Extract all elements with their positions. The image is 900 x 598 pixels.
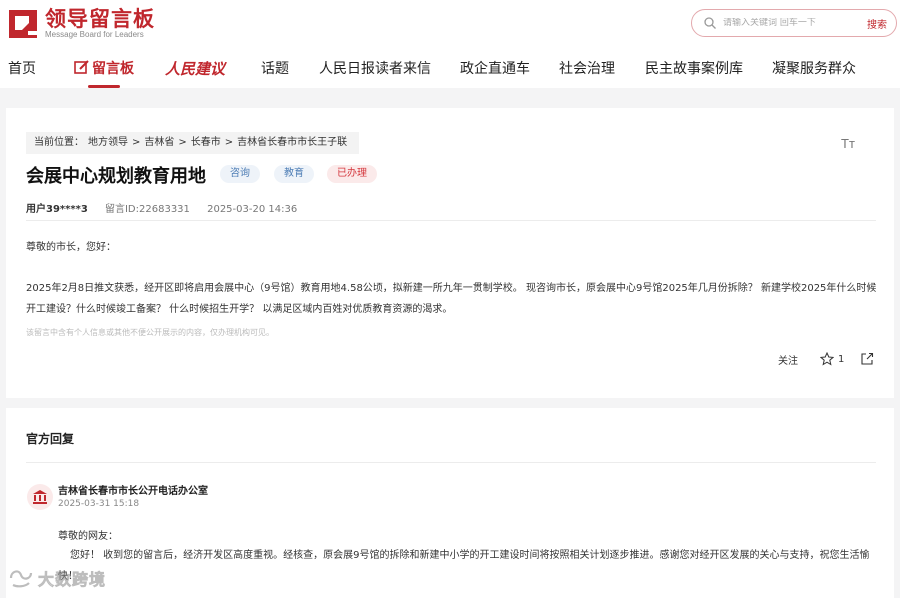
star-button[interactable]: 1 [820, 352, 844, 366]
logo-mark-icon [9, 10, 38, 38]
reply-greeting: 尊敬的网友： [58, 531, 118, 542]
nav-item-readers-letters[interactable]: 人民日报读者来信 [319, 56, 431, 88]
divider [26, 462, 876, 463]
nav-item-gov-enterprise[interactable]: 政企直通车 [460, 56, 530, 88]
edit-icon [74, 60, 89, 74]
tag-education: 教育 [274, 165, 314, 183]
breadcrumb-item[interactable]: 地方领导 [88, 137, 128, 148]
share-icon [861, 352, 874, 365]
building-icon [33, 490, 47, 504]
message-body: 2025年2月8日推文获悉，经开区即将启用会展中心（9号馆）教育用地4.58公顷… [26, 283, 877, 315]
message-card: 当前位置： 地方领导 > 吉林省 > 长春市 > 吉林省长春市市长王子联 Tт 会展中心规划教… [6, 108, 894, 398]
nav-item-topics[interactable]: 话题 [261, 56, 289, 88]
privacy-note: 该留言中含有个人信息或其他不便公开展示的内容，仅办理机构可见。 [26, 328, 274, 337]
logo-subtitle: Message Board for Leaders [45, 30, 144, 39]
main-nav: 首页 留言板 人民建议 话题 人民日报读者来信 政企直通车 社会治理 民主故事案… [0, 56, 900, 88]
breadcrumb-separator: > [132, 137, 141, 148]
reply-body: 您好！ 收到您的留言后，经济开发区高度重视。经核查，原会展9号馆的拆除和新建中小… [58, 550, 870, 582]
share-button[interactable] [860, 352, 874, 366]
watermark-logo-icon [9, 570, 33, 588]
tag-consult: 咨询 [220, 165, 260, 183]
font-size-toggle[interactable]: Tт [841, 136, 855, 151]
watermark-text: 大数跨境 [38, 570, 107, 590]
search-button[interactable]: 搜索 [867, 16, 887, 31]
nav-item-home[interactable]: 首页 [8, 56, 36, 88]
reply-org-name: 吉林省长春市市长公开电话办公室 [58, 486, 208, 497]
follow-button[interactable]: 关注 [778, 352, 798, 367]
nav-item-message-board-label: 留言板 [92, 61, 134, 77]
message-user: 用户39****3 [26, 204, 88, 215]
breadcrumb: 当前位置： 地方领导 > 吉林省 > 长春市 > 吉林省长春市市长王子联 [26, 132, 360, 154]
watermark: 大数跨境 [8, 566, 106, 590]
search-box: 搜索 [691, 9, 897, 37]
logo-title: 领导留言板 [45, 7, 155, 31]
nav-item-serve-public[interactable]: 凝聚服务群众 [772, 56, 856, 88]
message-title: 会展中心规划教育用地 [26, 166, 206, 187]
follow-label: 关注 [778, 356, 798, 367]
site-header: 领导留言板 Message Board for Leaders 搜索 首页 留言… [0, 0, 900, 88]
org-avatar [27, 484, 53, 510]
message-id: 留言ID:22683331 [104, 204, 190, 215]
nav-item-democracy-stories[interactable]: 民主故事案例库 [645, 56, 743, 88]
breadcrumb-item[interactable]: 长春市 [191, 137, 221, 148]
search-input[interactable] [723, 18, 863, 28]
breadcrumb-item[interactable]: 吉林省 [144, 137, 174, 148]
search-icon [704, 17, 716, 29]
reply-time: 2025-03-31 15:18 [58, 499, 140, 509]
breadcrumb-item[interactable]: 吉林省长春市市长王子联 [237, 137, 347, 148]
nav-item-people-suggestion[interactable]: 人民建议 [165, 56, 225, 88]
breadcrumb-separator: > [224, 137, 234, 148]
star-icon [820, 352, 834, 366]
nav-item-social-governance[interactable]: 社会治理 [559, 56, 615, 88]
divider [26, 220, 876, 221]
nav-item-message-board[interactable]: 留言板 [74, 56, 134, 88]
reply-card: 官方回复 吉林省长春市市长公开电话办公室 2025-03-31 15:18 尊敬… [6, 408, 894, 598]
reply-heading: 官方回复 [26, 432, 75, 446]
message-date: 2025-03-20 14:36 [207, 204, 298, 215]
site-logo[interactable]: 领导留言板 Message Board for Leaders [8, 8, 155, 40]
status-badge: 已办理 [327, 165, 377, 183]
message-greeting: 尊敬的市长，您好： [26, 242, 116, 253]
message-meta: 用户39****3 留言ID:22683331 2025-03-20 14:36 [26, 200, 311, 215]
breadcrumb-prefix: 当前位置： [34, 137, 84, 148]
star-count: 1 [838, 353, 845, 365]
breadcrumb-separator: > [178, 137, 187, 148]
